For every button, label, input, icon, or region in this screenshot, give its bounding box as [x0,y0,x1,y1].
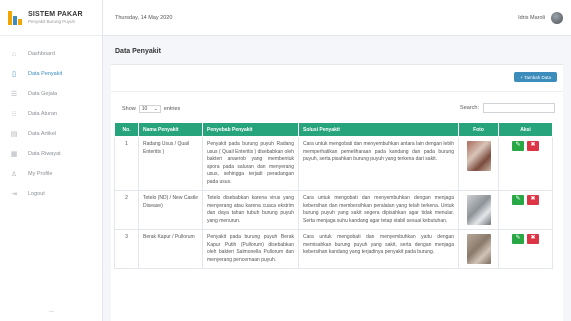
file-icon: ▯ [12,71,16,78]
sidebar-item-my-profile[interactable]: ♙ My Profile [0,164,102,184]
entries-control: Show 10 ⌄ entries [122,105,180,113]
sidebar-footer: — [49,309,54,315]
brand[interactable]: SISTEM PAKAR Penyakit Burung Puyuh [0,0,102,36]
delete-button[interactable]: ✖ [527,141,539,151]
penyakit-table: No. Nama Penyakit Penyebab Penyakit Solu… [114,122,553,269]
add-data-button[interactable]: + Tambah Data [514,72,557,82]
sidebar-item-data-penyakit[interactable]: ▯ Data Penyakit [0,64,102,84]
cell-nama: Radang Usus / Quail Enteritis ) [138,136,203,191]
cell-foto [458,136,499,191]
trash-icon: ✖ [530,235,536,242]
table-header-row: No. Nama Penyakit Penyebab Penyakit Solu… [114,122,553,137]
table-row: 3 Berak Kapur / Pullorum Penyakit pada b… [114,229,553,269]
disease-photo [466,195,491,225]
user-icon: ♙ [10,171,18,178]
sidebar-menu: ⌂ Dashboard ▯ Data Penyakit ☰ Data Gejala ⁝… [0,36,102,204]
sidebar: SISTEM PAKAR Penyakit Burung Puyuh ⌂ Dash… [0,0,103,321]
brand-title: SISTEM PAKAR [28,11,83,18]
history-icon: ▦ [10,151,18,158]
sidebar-item-label: Data Artikel [28,131,57,137]
cell-foto [458,190,499,230]
article-icon: ▤ [10,131,18,138]
disease-photo [466,234,491,264]
sidebar-item-label: Dashboard [28,51,55,57]
brand-logo-icon [8,10,22,25]
edit-button[interactable]: ✎ [512,195,524,205]
cell-aksi: ✎ ✖ [498,136,553,191]
column-header-nama[interactable]: Nama Penyakit [138,122,203,137]
cell-no: 1 [114,136,139,191]
sidebar-item-label: Logout [28,191,45,197]
sidebar-item-label: Data Aturan [28,111,58,117]
page-title: Data Penyakit [115,48,161,55]
cell-penyebab: Tetelo disebabkan karena virus yang meny… [202,190,299,230]
sidebar-item-data-riwayat[interactable]: ▦ Data Riwayat [0,144,102,164]
entries-label: entries [163,106,181,112]
logout-icon: ⇥ [11,191,17,198]
search-control: Search: [460,103,555,113]
sidebar-item-label: Data Riwayat [28,151,61,157]
topbar: Thursday, 14 May 2020 Idris Maroli [103,0,571,36]
cell-nama: Tetelo (ND) / New Castle Disease) [138,190,203,230]
sidebar-item-data-aturan[interactable]: ⁝⁝ Data Aturan [0,104,102,124]
cell-no: 3 [114,229,139,269]
edit-button[interactable]: ✎ [512,141,524,151]
chevron-down-icon: ⌄ [153,106,158,112]
current-date: Thursday, 14 May 2020 [115,15,173,21]
brand-subtitle: Penyakit Burung Puyuh [28,19,76,24]
entries-value: 10 [141,106,148,112]
cell-solusi: Cara untuk mengobati dan menyembuhkan de… [298,190,459,230]
delete-button[interactable]: ✖ [527,195,539,205]
column-header-penyebab[interactable]: Penyebab Penyakit [202,122,299,137]
edit-icon: ✎ [515,142,521,149]
column-header-no[interactable]: No. [114,122,139,137]
trash-icon: ✖ [530,196,536,203]
cell-nama: Berak Kapur / Pullorum [138,229,203,269]
divider [111,91,563,92]
rules-icon: ⁝⁝ [11,111,17,118]
column-header-aksi: Aksi [498,122,553,137]
sidebar-item-data-gejala[interactable]: ☰ Data Gejala [0,84,102,104]
cell-aksi: ✎ ✖ [498,190,553,230]
sidebar-item-label: Data Gejala [28,91,58,97]
avatar[interactable] [551,12,563,24]
delete-button[interactable]: ✖ [527,234,539,244]
app-root: SISTEM PAKAR Penyakit Burung Puyuh ⌂ Dash… [0,0,571,321]
edit-icon: ✎ [515,235,521,242]
cell-penyebab: Penyakit pada burung puyuh Radang usus (… [202,136,299,191]
sidebar-item-logout[interactable]: ⇥ Logout [0,184,102,204]
disease-photo [466,141,491,171]
home-icon: ⌂ [11,50,17,58]
cell-solusi: Cara untuk mengobati dan menyembuhkan ya… [298,229,459,269]
list-icon: ☰ [10,91,18,98]
cell-solusi: Cara untuk mengobati dan menyembuhkan an… [298,136,459,191]
column-header-foto: Foto [458,122,499,137]
sidebar-item-data-artikel[interactable]: ▤ Data Artikel [0,124,102,144]
edit-icon: ✎ [515,196,521,203]
cell-aksi: ✎ ✖ [498,229,553,269]
show-label: Show [122,106,136,112]
search-input[interactable] [483,103,555,113]
column-header-solusi[interactable]: Solusi Penyakit [298,122,459,137]
edit-button[interactable]: ✎ [512,234,524,244]
entries-select[interactable]: 10 ⌄ [138,105,161,113]
cell-penyebab: Penyakit pada burung puyuh Berak Kapur P… [202,229,299,269]
table-row: 1 Radang Usus / Quail Enteritis ) Penyak… [114,136,553,191]
user-name[interactable]: Idris Maroli [518,15,545,21]
search-label: Search: [460,105,479,111]
main-content: Data Penyakit + Tambah Data Show 10 ⌄ en… [103,36,571,321]
cell-no: 2 [114,190,139,230]
cell-foto [458,229,499,269]
trash-icon: ✖ [530,142,536,149]
table-row: 2 Tetelo (ND) / New Castle Disease) Tete… [114,190,553,230]
sidebar-item-label: My Profile [28,171,53,177]
sidebar-item-label: Data Penyakit [28,71,63,77]
sidebar-item-dashboard[interactable]: ⌂ Dashboard [0,44,102,64]
